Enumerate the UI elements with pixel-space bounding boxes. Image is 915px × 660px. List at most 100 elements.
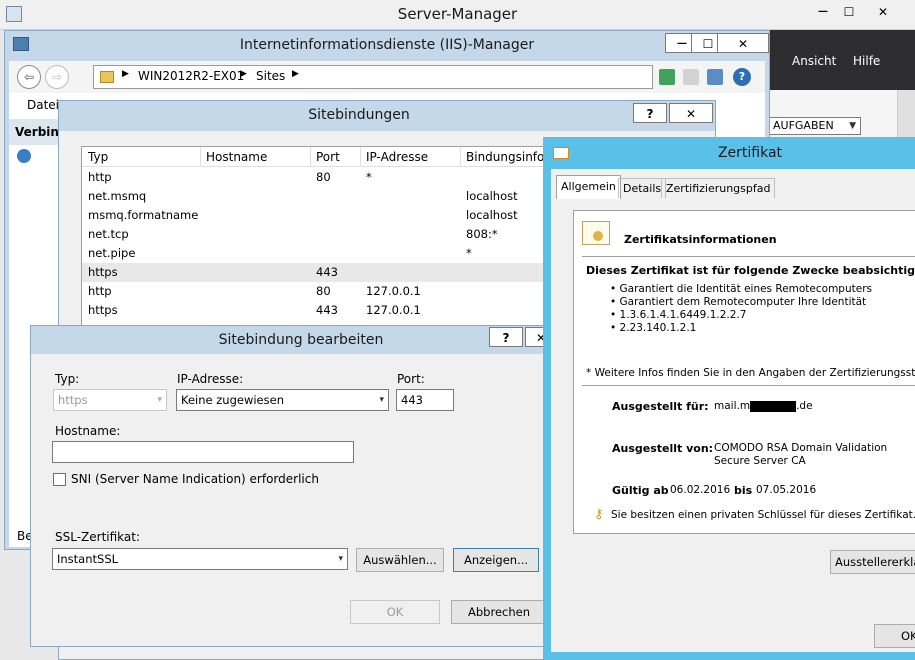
site-bindings-title: Sitebindungen xyxy=(308,107,410,123)
help-icon[interactable]: ? xyxy=(733,68,751,86)
sni-label[interactable]: SNI (Server Name Indication) erforderlic… xyxy=(71,472,319,486)
table-row[interactable]: net.msmq localhost xyxy=(82,187,552,206)
table-row[interactable]: https 443 xyxy=(82,263,552,282)
breadcrumb-separator-icon: ▶ xyxy=(240,69,247,79)
menu-ansicht[interactable]: Ansicht xyxy=(792,54,836,68)
purpose-item: • 1.3.6.1.4.1.6449.1.2.2.7 xyxy=(610,309,747,321)
private-key-note: Sie besitzen einen privaten Schlüssel fü… xyxy=(611,509,915,521)
iis-titlebar: Internetinformationsdienste (IIS)-Manage… xyxy=(5,31,769,59)
breadcrumb-server[interactable]: WIN2012R2-EX01 xyxy=(138,69,244,83)
column-header-type[interactable]: Typ xyxy=(88,150,108,164)
certificate-app-icon xyxy=(553,147,569,159)
site-bindings-close-button[interactable]: ✕ xyxy=(669,103,713,123)
home-icon[interactable] xyxy=(707,69,723,85)
table-cell-ip: 127.0.0.1 xyxy=(366,303,421,317)
purpose-item: • Garantiert die Identität eines Remotec… xyxy=(610,283,872,295)
column-header-ip[interactable]: IP-Adresse xyxy=(366,150,428,164)
stop-icon[interactable] xyxy=(683,69,699,85)
scrollbar[interactable] xyxy=(897,90,915,140)
sni-checkbox[interactable] xyxy=(53,473,66,486)
refresh-icon[interactable] xyxy=(659,69,675,85)
certificate-info-heading: Zertifikatsinformationen xyxy=(624,233,777,246)
column-divider xyxy=(460,147,461,167)
globe-icon[interactable] xyxy=(17,149,31,163)
ip-select-value: Keine zugewiesen xyxy=(181,393,284,407)
iis-nav-toolbar: ⇦ ⇨ ▶ WIN2012R2-EX01 ▶ Sites ▶ ? xyxy=(9,61,765,93)
ok-button[interactable]: OK xyxy=(350,600,440,624)
certificate-seal xyxy=(593,231,603,241)
edit-binding-titlebar: Sitebindung bearbeiten ? ✕ xyxy=(31,326,557,354)
iis-title: Internetinformationsdienste (IIS)-Manage… xyxy=(239,37,535,53)
table-cell-type: http xyxy=(88,284,112,298)
table-row[interactable]: net.tcp 808:* xyxy=(82,225,552,244)
column-divider xyxy=(360,147,361,167)
table-cell-ip: * xyxy=(366,170,372,184)
tasks-dropdown[interactable]: AUFGABEN ▼ xyxy=(768,117,861,135)
redaction-block xyxy=(750,400,797,412)
key-icon: ⚷ xyxy=(594,507,604,522)
ip-label: IP-Adresse: xyxy=(177,372,244,386)
type-select[interactable]: https ▾ xyxy=(53,389,167,411)
site-bindings-help-button[interactable]: ? xyxy=(633,103,667,123)
table-cell-port: 443 xyxy=(316,303,338,317)
table-cell-ip: 127.0.0.1 xyxy=(366,284,421,298)
valid-to-label: bis xyxy=(734,484,753,497)
cancel-button[interactable]: Abbrechen xyxy=(451,600,547,624)
column-header-port[interactable]: Port xyxy=(316,150,340,164)
port-input[interactable]: 443 xyxy=(396,389,454,411)
server-manager-title: Server-Manager xyxy=(397,5,518,23)
table-cell-info: localhost xyxy=(466,189,518,203)
table-row[interactable]: net.pipe * xyxy=(82,244,552,263)
issued-to-prefix: mail.m xyxy=(714,400,751,412)
menu-datei[interactable]: Datei xyxy=(27,98,59,112)
tab-certification-path[interactable]: Zertifizierungspfad xyxy=(661,178,776,198)
select-certificate-button[interactable]: Auswählen... xyxy=(356,548,444,572)
table-cell-info: * xyxy=(466,246,472,260)
table-row[interactable]: http 80 127.0.0.1 xyxy=(82,282,552,301)
back-button[interactable]: ⇦ xyxy=(17,65,41,89)
table-row[interactable]: https 443 127.0.0.1 xyxy=(82,301,552,320)
ip-select[interactable]: Keine zugewiesen ▾ xyxy=(176,389,389,411)
ssl-certificate-select[interactable]: InstantSSL ▾ xyxy=(52,548,348,570)
table-row[interactable]: http 80 * xyxy=(82,168,552,187)
table-cell-info: 808:* xyxy=(466,227,498,241)
issued-by-label: Ausgestellt von: xyxy=(612,442,714,455)
breadcrumb-separator-icon: ▶ xyxy=(122,69,129,79)
type-select-value: https xyxy=(58,393,88,407)
tab-details[interactable]: Details xyxy=(618,178,667,198)
issued-to-value: mail.m .de xyxy=(714,400,813,412)
table-row[interactable]: msmq.formatname localhost xyxy=(82,206,552,225)
edit-binding-help-button[interactable]: ? xyxy=(489,327,523,347)
issued-by-value: COMODO RSA Domain Validation Secure Serv… xyxy=(714,442,888,467)
forward-button[interactable]: ⇨ xyxy=(45,65,69,89)
ssl-certificate-value: InstantSSL xyxy=(57,552,119,566)
certificate-dialog: Zertifikat Allgemein Details Zertifizier… xyxy=(543,137,915,660)
type-label: Typ: xyxy=(55,372,80,386)
table-cell-info: localhost xyxy=(466,208,518,222)
purpose-text: Garantiert die Identität eines Remotecom… xyxy=(619,283,872,295)
column-divider xyxy=(200,147,201,167)
table-cell-type: http xyxy=(88,170,112,184)
view-certificate-button[interactable]: Anzeigen... xyxy=(453,548,539,572)
hostname-input[interactable] xyxy=(52,441,354,463)
valid-from-label: Gültig ab xyxy=(612,484,669,497)
certificate-titlebar: Zertifikat xyxy=(543,137,915,169)
chevron-down-icon: ▼ xyxy=(849,121,856,131)
table-cell-type: https xyxy=(88,265,118,279)
maximize-button[interactable]: ☐ xyxy=(832,2,866,22)
certificate-ok-button[interactable]: OK xyxy=(874,624,915,648)
tab-allgemein[interactable]: Allgemein xyxy=(556,175,621,199)
address-bar[interactable]: ▶ WIN2012R2-EX01 ▶ Sites ▶ xyxy=(93,65,653,89)
divider xyxy=(582,256,915,257)
column-header-hostname[interactable]: Hostname xyxy=(206,150,267,164)
menu-hilfe[interactable]: Hilfe xyxy=(853,54,880,68)
issuer-statement-button[interactable]: Ausstellererkläru xyxy=(830,550,915,574)
server-manager-titlebar: Server-Manager — ☐ ✕ xyxy=(0,0,915,30)
table-cell-type: net.pipe xyxy=(88,246,136,260)
column-divider xyxy=(310,147,311,167)
close-button[interactable]: ✕ xyxy=(866,2,900,22)
breadcrumb-sites[interactable]: Sites xyxy=(256,69,285,83)
iis-close-button[interactable]: ✕ xyxy=(717,33,769,53)
certificate-body: Allgemein Details Zertifizierungspfad Ze… xyxy=(551,169,915,652)
chevron-down-icon: ▾ xyxy=(379,395,384,405)
